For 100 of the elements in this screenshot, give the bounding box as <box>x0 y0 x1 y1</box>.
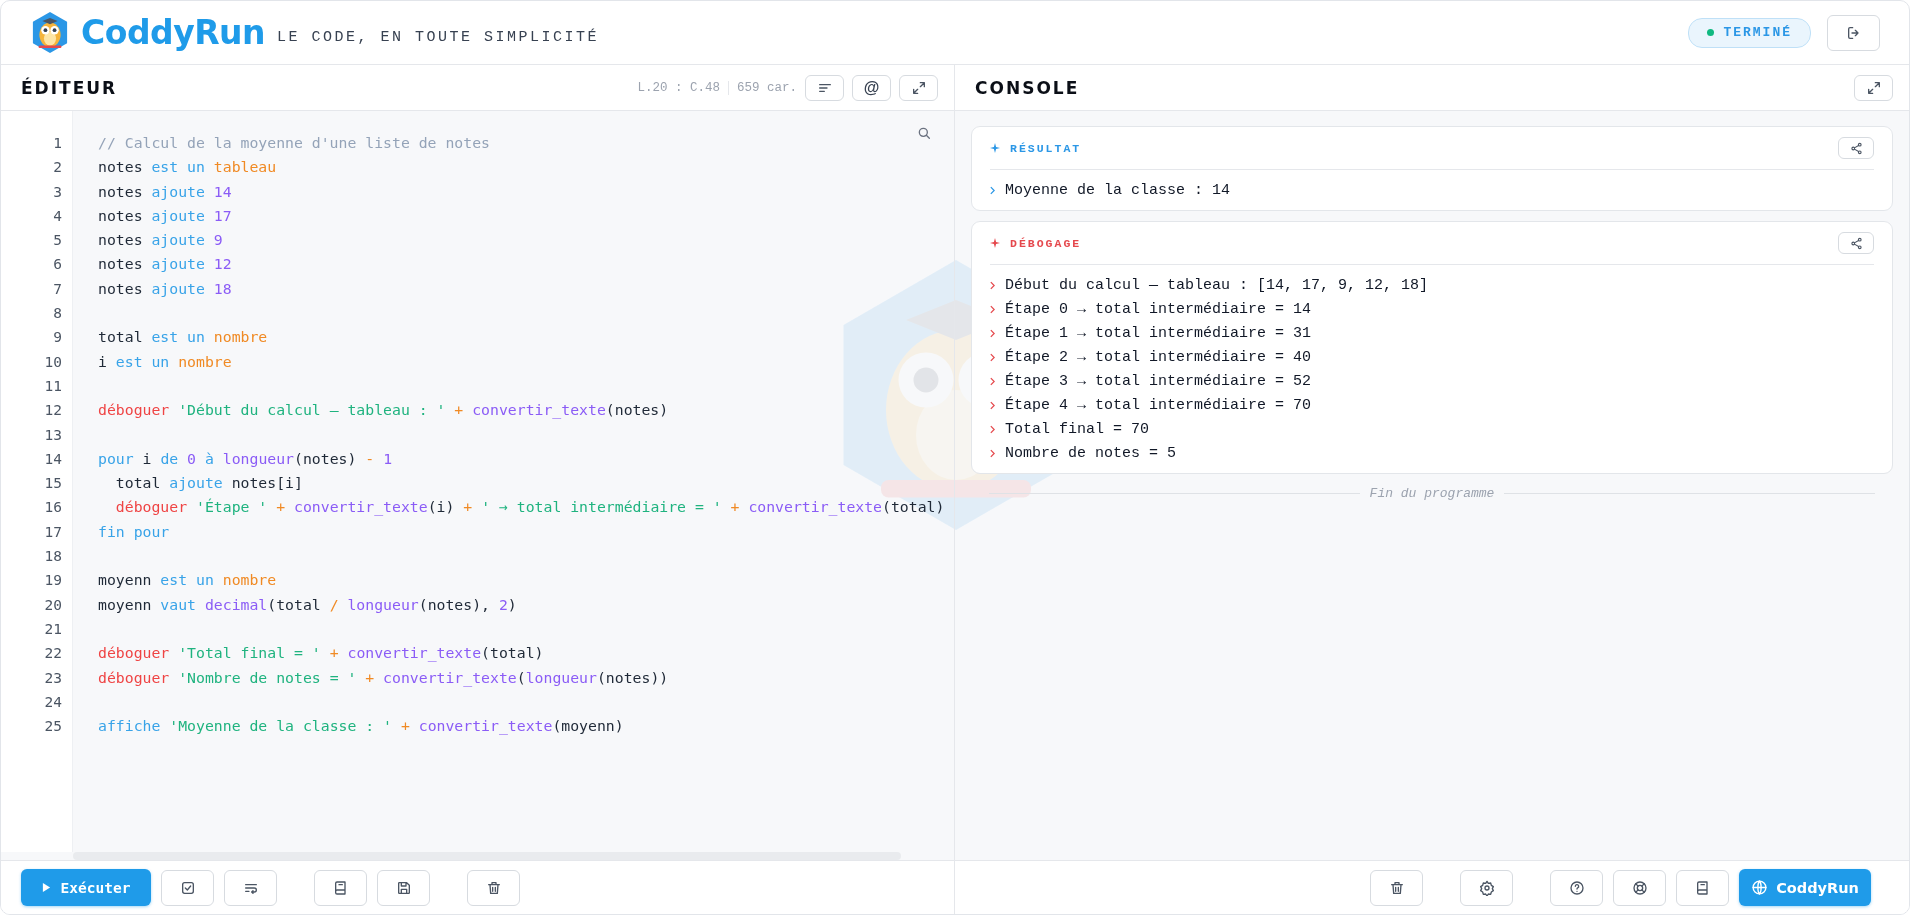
trash-icon <box>485 879 502 896</box>
chevron-icon <box>990 448 995 458</box>
line-number: 2 <box>52 158 63 178</box>
save-icon <box>395 879 412 896</box>
line-number: 1 <box>52 134 63 153</box>
lifebuoy-icon <box>1631 879 1648 896</box>
expand-icon <box>1865 79 1882 96</box>
search-icon <box>916 125 932 141</box>
code-line: déboguer 'Nombre de notes = ' + convertir_texte(longueur(notes)) <box>98 668 669 686</box>
brand-name: CoddyRun <box>81 13 266 52</box>
wrap-button[interactable] <box>224 869 277 906</box>
code-line: fin pour <box>98 522 170 540</box>
code-line: i est un nombre <box>98 352 232 370</box>
support-button[interactable] <box>1613 869 1666 906</box>
book-button[interactable] <box>314 869 367 906</box>
trash-icon <box>1388 879 1405 896</box>
output-line: Total final = 70 <box>1005 420 1150 438</box>
line-number: 10 <box>43 352 63 372</box>
line-number: 23 <box>43 668 63 688</box>
code-line: affiche 'Moyenne de la classe : ' + convertir_texte(moyenn) <box>98 717 624 735</box>
code-line: notes ajoute 18 <box>98 279 232 297</box>
help-button[interactable] <box>1550 869 1603 906</box>
code-line: déboguer 'Total final = ' + convertir_texte(total) <box>98 644 544 662</box>
play-icon <box>41 882 51 893</box>
code-line: pour i de 0 à longueur(notes) - 1 <box>98 449 393 467</box>
line-number: 17 <box>43 522 63 542</box>
output-line: Début du calcul — tableau : [14, 17, 9, 12, 18] <box>1005 276 1429 294</box>
delete-button[interactable] <box>1370 869 1423 906</box>
cursor-position: L.20 : C.48 <box>637 80 720 95</box>
line-number: 5 <box>52 231 63 251</box>
line-number: 7 <box>52 279 63 299</box>
expand-button[interactable] <box>899 74 938 101</box>
settings-icon <box>1478 879 1495 896</box>
panel-title: CONSOLE <box>975 77 1080 98</box>
section-title: RÉSULTAT <box>1010 141 1082 155</box>
chevron-icon <box>990 376 995 386</box>
delete-button[interactable] <box>467 869 520 906</box>
settings-button[interactable] <box>1460 869 1513 906</box>
code-line: notes ajoute 9 <box>98 231 223 249</box>
output-line: Étape 3 → total intermédiaire = 52 <box>1005 372 1312 390</box>
line-number: 12 <box>43 401 63 421</box>
share-button[interactable] <box>1838 232 1874 254</box>
chevron-icon <box>990 304 995 314</box>
brand-button[interactable]: CoddyRun <box>1739 869 1871 906</box>
line-number: 21 <box>43 619 63 639</box>
help-icon <box>1568 879 1585 896</box>
panel-title: ÉDITEUR <box>21 77 118 98</box>
chevron-icon <box>990 185 995 195</box>
expand-button[interactable] <box>1854 74 1893 101</box>
line-number: 8 <box>52 304 63 324</box>
output-line: Étape 2 → total intermédiaire = 40 <box>1005 348 1312 366</box>
line-number: 16 <box>43 498 63 518</box>
output-line: Étape 0 → total intermédiaire = 14 <box>1005 300 1312 318</box>
scrollbar[interactable] <box>73 852 901 860</box>
mention-button[interactable]: @ <box>852 74 891 101</box>
code-line: // Calcul de la moyenne d'une liste de notes <box>98 134 490 151</box>
line-number: 19 <box>43 571 63 591</box>
char-count: 659 car. <box>737 80 797 95</box>
output-line: Étape 1 → total intermédiaire = 31 <box>1005 324 1312 342</box>
section-title: DÉBOGAGE <box>1010 236 1082 250</box>
code-line: total ajoute notes[i] <box>114 474 303 492</box>
output-line: Nombre de notes = 5 <box>1005 444 1177 462</box>
output-line: Moyenne de la classe : 14 <box>1005 181 1231 199</box>
book-button[interactable] <box>1676 869 1729 906</box>
code-line: notes est un tableau <box>98 158 277 176</box>
status-label: TERMINÉ <box>1723 25 1792 40</box>
share-icon <box>1849 141 1863 155</box>
code-line: moyenn vaut decimal(total / longueur(notes), 2) <box>98 595 517 613</box>
book-icon <box>1694 879 1711 896</box>
chevron-icon <box>990 424 995 434</box>
code-line: notes ajoute 14 <box>98 182 232 200</box>
line-number: 24 <box>43 692 63 712</box>
line-number: 15 <box>43 474 63 494</box>
sparkle-icon <box>990 238 1000 248</box>
share-icon <box>1849 236 1863 250</box>
share-button[interactable] <box>1838 137 1874 159</box>
line-number: 18 <box>43 547 63 567</box>
chevron-icon <box>990 280 995 290</box>
line-number: 6 <box>52 255 63 275</box>
chevron-icon <box>990 352 995 362</box>
tagline: LE CODE, EN TOUTE SIMPLICITÉ <box>277 29 600 46</box>
save-button[interactable] <box>377 869 430 906</box>
end-label: Fin du programme <box>1369 486 1495 501</box>
chevron-icon <box>990 400 995 410</box>
check-button[interactable] <box>161 869 214 906</box>
line-number: 11 <box>43 376 63 396</box>
line-number: 13 <box>43 425 63 445</box>
code-line: déboguer 'Étape ' + convertir_texte(i) + ' → total intermédiaire = ' + convertir_texte(total) <box>114 498 945 516</box>
expand-icon <box>910 79 927 96</box>
book-icon <box>332 879 349 896</box>
code-line: notes ajoute 12 <box>98 255 232 273</box>
format-button[interactable] <box>805 74 844 101</box>
line-number: 14 <box>43 449 63 469</box>
checkbox-icon <box>179 879 196 896</box>
line-number: 9 <box>52 328 63 348</box>
owl-logo-icon <box>31 11 69 54</box>
sparkle-icon <box>990 143 1000 153</box>
output-line: Étape 4 → total intermédiaire = 70 <box>1005 396 1312 414</box>
run-button[interactable]: Exécuter <box>21 869 151 906</box>
chevron-icon <box>990 328 995 338</box>
